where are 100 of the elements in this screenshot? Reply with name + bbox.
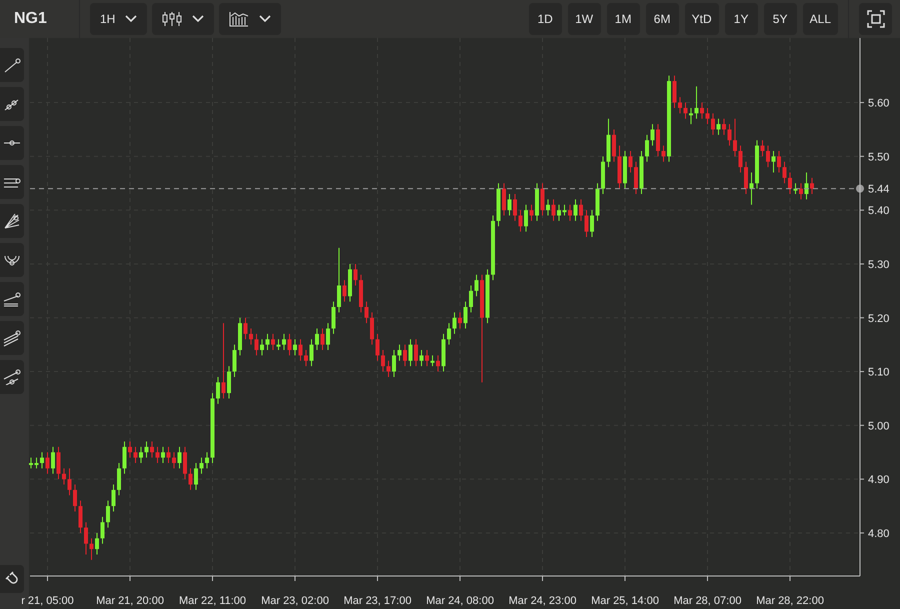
candlestick — [194, 462, 198, 490]
candlestick — [68, 468, 72, 496]
chart-type-dropdown[interactable] — [152, 3, 214, 35]
candlestick — [530, 204, 534, 222]
price-label: 5.20 — [868, 312, 890, 325]
candlestick — [408, 338, 412, 367]
candlestick — [579, 198, 583, 222]
drawing-tool-button[interactable] — [0, 126, 24, 160]
candlestick — [376, 333, 380, 362]
candlestick — [672, 75, 676, 108]
drawing-tool-button[interactable] — [0, 321, 24, 355]
candlestick — [469, 284, 473, 313]
candlestick — [128, 441, 132, 458]
trend-line-icon — [3, 176, 21, 188]
trend-line-icon — [4, 213, 20, 229]
drawing-tool-button[interactable] — [0, 204, 24, 238]
trend-line-icon — [3, 369, 21, 385]
range-button[interactable]: 1D — [528, 3, 562, 35]
chevron-down-icon — [259, 15, 272, 23]
time-label: Mar 24, 23:00 — [508, 595, 576, 607]
candlestick — [370, 312, 374, 346]
drawing-tool-button[interactable] — [0, 87, 24, 121]
fullscreen-icon — [866, 10, 884, 28]
candlestick — [266, 333, 270, 351]
area-chart-icon — [229, 11, 250, 27]
candlestick — [381, 350, 385, 372]
candlestick — [178, 446, 182, 469]
candlestick — [205, 452, 209, 469]
last-price-marker — [856, 184, 864, 193]
candlestick — [662, 145, 666, 162]
candlestick — [425, 350, 429, 367]
trend-line-icon — [4, 254, 20, 266]
candlestick — [584, 210, 588, 238]
price-label: 5.30 — [868, 258, 890, 271]
candlestick — [117, 462, 121, 496]
time-label: r 21, 05:00 — [21, 595, 74, 607]
candlestick — [744, 161, 748, 195]
candlestick — [73, 484, 77, 512]
candlestick — [684, 102, 688, 120]
candlestick — [447, 322, 451, 346]
candlestick — [95, 532, 99, 555]
drawing-tool-button[interactable] — [0, 243, 24, 277]
drawing-tool-button[interactable] — [0, 282, 24, 316]
candlestick — [474, 274, 478, 297]
candlestick — [293, 338, 297, 356]
candlestick — [398, 344, 402, 362]
range-button[interactable]: 1Y — [724, 3, 758, 35]
fullscreen-button[interactable] — [859, 3, 892, 35]
candlestick — [678, 96, 682, 114]
candlestick-icon — [162, 11, 182, 27]
candlestick — [513, 194, 517, 222]
candlestick — [342, 280, 346, 302]
price-label: 5.10 — [868, 366, 890, 379]
trend-line-icon — [3, 330, 21, 346]
range-button[interactable]: YtD — [684, 3, 719, 35]
candlestick — [172, 452, 176, 469]
candlestick — [810, 177, 814, 195]
candlestick — [288, 333, 292, 356]
candlestick — [122, 441, 126, 474]
candlestick — [310, 338, 314, 367]
candlestick — [524, 204, 528, 232]
candlestick — [337, 247, 341, 313]
candlestick — [216, 376, 220, 404]
candlestick — [403, 344, 407, 367]
candlestick — [183, 446, 187, 480]
interval-dropdown[interactable]: 1H — [90, 3, 148, 35]
candlestick — [694, 86, 698, 120]
candlestick — [100, 516, 104, 544]
candlestick — [46, 452, 50, 474]
drawing-tool-button[interactable] — [0, 48, 24, 82]
time-label: Mar 23, 17:00 — [344, 595, 412, 607]
candlestick — [728, 124, 732, 146]
range-button[interactable]: 1W — [568, 3, 601, 35]
candlestick — [464, 301, 468, 330]
indicators-dropdown[interactable] — [219, 3, 282, 35]
candlestick — [700, 102, 704, 120]
time-label: Mar 23, 02:00 — [261, 595, 329, 607]
candlestick — [276, 338, 280, 351]
price-label: 5.40 — [868, 205, 890, 218]
candlestick — [249, 328, 253, 346]
drawing-tool-button[interactable] — [0, 165, 24, 199]
candlestick — [227, 366, 231, 399]
candlestick — [166, 446, 170, 464]
candlestick — [271, 333, 275, 351]
candlestick — [706, 107, 710, 125]
trend-line-icon — [3, 292, 21, 306]
magnet-button[interactable] — [0, 565, 24, 593]
candlestick — [420, 350, 424, 367]
range-button[interactable]: 5Y — [764, 3, 797, 35]
candlestick — [518, 210, 522, 232]
drawing-tool-button[interactable] — [0, 360, 24, 394]
candlestick — [56, 446, 60, 480]
candlestick — [656, 124, 660, 157]
time-label: Mar 28, 07:00 — [674, 595, 742, 607]
candlestick — [689, 107, 693, 125]
candlestick — [78, 500, 82, 534]
range-button[interactable]: 6M — [646, 3, 679, 35]
range-button[interactable]: 1M — [606, 3, 640, 35]
candlestick — [414, 338, 418, 367]
range-button[interactable]: ALL — [802, 3, 838, 35]
